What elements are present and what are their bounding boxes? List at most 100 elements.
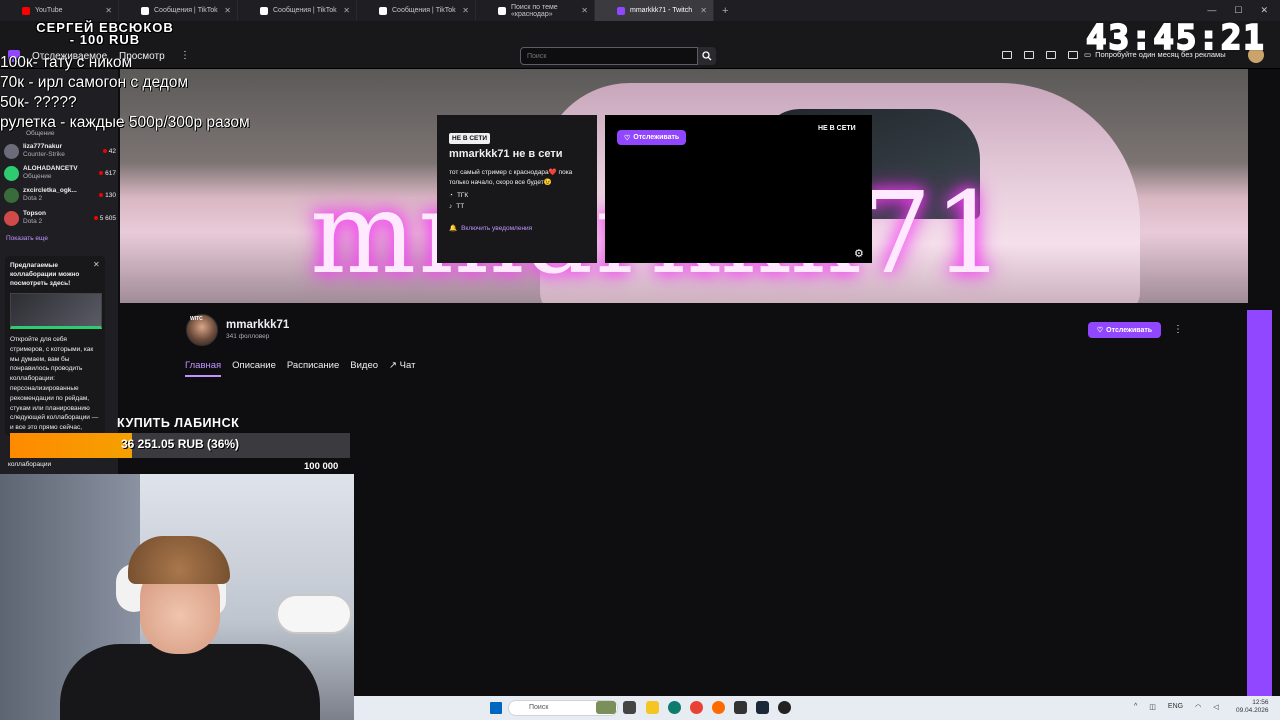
- wifi-icon[interactable]: ◠: [1195, 703, 1201, 711]
- task-view-icon[interactable]: [623, 701, 636, 714]
- nav-icon-group: [1002, 51, 1078, 59]
- sidebar-channel[interactable]: zxcircletka_ogk... Dota 2 130: [4, 184, 116, 206]
- show-more-link[interactable]: Показать еще: [6, 235, 48, 242]
- donor-amount: - 100 RUB: [69, 32, 141, 47]
- player-offline-label: НЕ В СЕТИ: [818, 125, 856, 132]
- viewer-count: 130: [99, 192, 116, 199]
- avatar: [4, 143, 19, 159]
- social-link-tgk[interactable]: ◔ ТГК: [449, 192, 585, 199]
- player-follow-button[interactable]: ♡ Отслеживать: [617, 130, 687, 145]
- last-donation-overlay: СЕРГЕЙ ЕВСЮКОВ - 100 RUB: [10, 21, 200, 47]
- viewer-count: 5 605: [93, 215, 116, 222]
- offline-badge: НЕ В СЕТИ: [449, 133, 491, 144]
- close-tab-icon[interactable]: ✕: [343, 6, 350, 15]
- network-icon[interactable]: ◫: [1149, 703, 1156, 711]
- chrome-icon[interactable]: [690, 701, 703, 714]
- live-dot-icon: [93, 216, 98, 220]
- sidebar-channel[interactable]: ALOHADANCETV Общение 617: [4, 162, 116, 184]
- youtube-icon: [22, 6, 30, 15]
- collab-title: Предлагаемые коллаборации можно посмотре…: [10, 262, 80, 287]
- obs-icon[interactable]: [734, 701, 747, 714]
- browser-tab[interactable]: Сообщения | TikTok ✕: [238, 0, 357, 21]
- system-tray: ^ ◫ ENG ◠ ◁: [1134, 703, 1219, 711]
- widget-icon[interactable]: [596, 701, 616, 714]
- goal-line: рулетка - каждые 500р/300р разом: [0, 114, 250, 131]
- tab-about[interactable]: Описание: [232, 360, 276, 377]
- browser-tab[interactable]: Поиск по теме «краснодар» ✕: [476, 0, 595, 21]
- close-tab-icon[interactable]: ✕: [224, 6, 231, 15]
- maximize-icon[interactable]: ☐: [1234, 5, 1242, 16]
- heart-icon: ♡: [1096, 327, 1104, 334]
- offline-info-card: НЕ В СЕТИ mmarkkk71 не в сети тот самый …: [437, 115, 597, 263]
- live-dot-icon: [99, 171, 104, 175]
- donation-goal-title: КУПИТЬ ЛАБИНСК: [117, 416, 240, 430]
- steam-icon[interactable]: [756, 701, 769, 714]
- gear-icon[interactable]: ⚙: [854, 247, 864, 260]
- bell-icon: 🔔: [449, 225, 458, 232]
- window-controls: — ☐ ✕: [1207, 5, 1280, 16]
- follow-button[interactable]: ♡ Отслеживать: [1088, 322, 1161, 338]
- collab-footer-text: коллаборации: [8, 461, 52, 468]
- windows-start-icon[interactable]: [490, 702, 502, 714]
- spare-headphones: [276, 594, 352, 634]
- edge-icon[interactable]: [668, 701, 681, 714]
- search-input[interactable]: [520, 47, 698, 65]
- chevron-up-icon[interactable]: ^: [1134, 703, 1137, 711]
- avatar: [4, 165, 19, 181]
- volume-icon[interactable]: ◁: [1213, 703, 1218, 711]
- sidebar-channel[interactable]: liza777nakur Counter-Strike 42: [4, 140, 116, 162]
- lang-indicator[interactable]: ENG: [1168, 703, 1183, 711]
- viewer-count: 617: [99, 170, 116, 177]
- tiktok-icon: [498, 6, 506, 15]
- file-explorer-icon[interactable]: [646, 701, 659, 714]
- search-button[interactable]: [698, 47, 716, 65]
- right-panel-strip: [1247, 310, 1272, 696]
- browser-tab-active[interactable]: mmarkkk71 - Twitch ✕: [595, 0, 714, 21]
- taskbar-clock[interactable]: 12:56 09.04.2026: [1236, 699, 1269, 715]
- bits-icon[interactable]: [1068, 51, 1078, 59]
- app-icon[interactable]: [778, 701, 791, 714]
- channel-tabs: Главная Описание Расписание Видео ↗ Чат: [185, 360, 415, 377]
- browser-tab[interactable]: Сообщения | TikTok ✕: [119, 0, 238, 21]
- webcam-feed: [0, 474, 354, 720]
- close-tab-icon[interactable]: ✕: [462, 6, 469, 15]
- tab-home[interactable]: Главная: [185, 360, 222, 377]
- whispers-icon[interactable]: [1024, 51, 1034, 59]
- viewer-count: 42: [102, 148, 116, 155]
- close-icon[interactable]: ✕: [93, 260, 100, 269]
- channel-name: mmarkkk71: [226, 319, 290, 331]
- inbox-icon[interactable]: [1002, 51, 1012, 59]
- tiktok-icon: [141, 6, 149, 15]
- goal-line: 100к- тату с ником: [0, 54, 133, 71]
- tab-videos[interactable]: Видео: [350, 360, 378, 377]
- follower-count: 341 фолловер: [226, 333, 270, 340]
- firefox-icon[interactable]: [712, 701, 725, 714]
- collab-text: Откройте для себя стримеров, с которыми,…: [10, 336, 99, 432]
- new-tab-button[interactable]: +: [714, 5, 736, 17]
- enable-notifications-link[interactable]: 🔔 Включить уведомления: [449, 224, 585, 233]
- avatar: [4, 210, 19, 226]
- offline-title: mmarkkk71 не в сети: [449, 148, 563, 160]
- more-options-icon[interactable]: ⋮: [1173, 324, 1183, 335]
- tab-chat[interactable]: ↗ Чат: [389, 360, 415, 377]
- tab-schedule[interactable]: Расписание: [287, 360, 339, 377]
- close-tab-icon[interactable]: ✕: [581, 6, 588, 15]
- browser-tab[interactable]: YouTube ✕: [0, 0, 119, 21]
- live-dot-icon: [99, 193, 104, 197]
- sidebar-channel[interactable]: Topson Dota 2 5 605: [4, 207, 116, 229]
- external-link-icon: ↗: [389, 360, 400, 371]
- donation-goal-target: 100 000: [304, 461, 339, 472]
- collab-preview-image: [10, 293, 102, 329]
- close-tab-icon[interactable]: ✕: [105, 6, 112, 15]
- social-link-tt[interactable]: ♪ ТТ: [449, 203, 585, 210]
- more-icon[interactable]: ⋮: [180, 50, 190, 61]
- close-window-icon[interactable]: ✕: [1260, 5, 1268, 16]
- goal-line: 50к- ?????: [0, 94, 77, 111]
- browser-tab[interactable]: Сообщения | TikTok ✕: [357, 0, 476, 21]
- notifications-icon[interactable]: [1046, 51, 1056, 59]
- close-tab-icon[interactable]: ✕: [700, 6, 707, 15]
- minimize-icon[interactable]: —: [1207, 5, 1216, 16]
- webcam-person-shirt: [60, 644, 320, 720]
- twitch-icon: [617, 6, 625, 15]
- webcam-person-hair: [128, 536, 230, 584]
